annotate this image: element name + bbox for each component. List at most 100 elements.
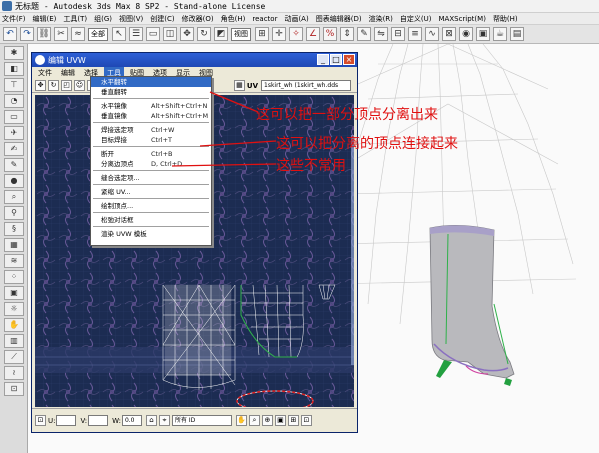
region-select-icon[interactable]: ▭ — [146, 27, 160, 41]
minimize-icon[interactable]: _ — [317, 54, 329, 65]
checker-icon[interactable]: ▦ — [233, 80, 245, 91]
search-icon[interactable]: ⌕ — [4, 190, 24, 204]
menu-help[interactable]: 帮助(H) — [493, 14, 518, 24]
pick-icon[interactable]: ⌖ — [158, 415, 170, 426]
zoom-all-icon[interactable]: ⊡ — [300, 415, 312, 426]
material-editor-icon[interactable]: ◉ — [459, 27, 473, 41]
menu-create[interactable]: 创建(C) — [150, 14, 174, 24]
motion-icon[interactable]: ◔ — [4, 94, 24, 108]
menu-item-mirror-vertical[interactable]: 垂直镜像 Alt+Shift+Ctrl+M — [91, 111, 211, 121]
menu-item-stitch-selected[interactable]: 缝合选定项... — [91, 173, 211, 183]
mirror-icon[interactable]: ⇋ — [374, 27, 388, 41]
w-value-field[interactable]: 0.0 — [121, 415, 142, 426]
menu-item-flip-vertical[interactable]: 垂直翻转 — [91, 87, 211, 97]
angle-snap-icon[interactable]: ∠ — [306, 27, 320, 41]
hand-icon[interactable]: ✋ — [4, 318, 24, 332]
pivot-icon[interactable]: ⊞ — [255, 27, 269, 41]
menu-views[interactable]: 视图(V) — [119, 14, 143, 24]
rotate-icon[interactable]: ↻ — [197, 27, 211, 41]
create-icon[interactable]: ✱ — [4, 46, 24, 60]
window-crossing-icon[interactable]: ◫ — [163, 27, 177, 41]
menu-modifiers[interactable]: 修改器(O) — [182, 14, 214, 24]
light-icon[interactable]: ☼ — [4, 302, 24, 316]
move-icon[interactable]: ✥ — [35, 80, 46, 91]
u-value-field[interactable] — [56, 415, 77, 426]
menu-item-detach-edge-verts[interactable]: 分离边顶点 D, Ctrl+D — [91, 159, 211, 169]
uvw-menu-file[interactable]: 文件 — [35, 67, 55, 79]
utilities-icon[interactable]: ✈ — [4, 126, 24, 140]
hair-icon[interactable]: ≀ — [4, 366, 24, 380]
camera-icon[interactable]: ▣ — [4, 286, 24, 300]
snap-icon[interactable]: ✧ — [289, 27, 303, 41]
menu-item-break[interactable]: 断开 Ctrl+B — [91, 149, 211, 159]
menu-group[interactable]: 组(G) — [94, 14, 112, 24]
scale-icon[interactable]: ◩ — [214, 27, 228, 41]
paint-icon[interactable]: ✎ — [4, 158, 24, 172]
link-icon[interactable]: ⛓ — [37, 27, 51, 41]
pan-icon[interactable]: ✋ — [235, 415, 247, 426]
select-object-icon[interactable]: ↖ — [112, 27, 126, 41]
bind-spacewarp-icon[interactable]: ≈ — [71, 27, 85, 41]
wave-icon[interactable]: ≋ — [4, 254, 24, 268]
sphere-icon[interactable]: ● — [4, 174, 24, 188]
menu-item-render-uvw-template[interactable]: 渲染 UVW 模板 — [91, 229, 211, 239]
lock-selection-icon[interactable]: ⌂ — [145, 415, 157, 426]
menu-item-pack-uvs[interactable]: 紧缩 UV... — [91, 187, 211, 197]
align-icon[interactable]: ⊟ — [391, 27, 405, 41]
brush-icon[interactable]: ✍ — [4, 142, 24, 156]
lock-icon[interactable]: ⊡ — [35, 415, 46, 426]
redo-icon[interactable]: ↷ — [20, 27, 34, 41]
quick-render-icon[interactable]: ☕ — [493, 27, 507, 41]
menu-graph-editors[interactable]: 图表编辑器(D) — [316, 14, 362, 24]
manipulate-icon[interactable]: ✛ — [272, 27, 286, 41]
bone-icon[interactable]: ⚲ — [4, 206, 24, 220]
menu-rendering[interactable]: 渲染(R) — [369, 14, 393, 24]
menu-maxscript[interactable]: MAXScript(M) — [439, 15, 486, 23]
uvw-window-titlebar[interactable]: 编辑 UVW _ □ × — [32, 53, 357, 67]
menu-customize[interactable]: 自定义(U) — [400, 14, 432, 24]
grid-icon[interactable]: ▦ — [4, 238, 24, 252]
named-selection-icon[interactable]: ✎ — [357, 27, 371, 41]
render-setup-icon[interactable]: ▣ — [476, 27, 490, 41]
menu-edit[interactable]: 编辑(E) — [33, 14, 57, 24]
particle-icon[interactable]: ⁘ — [4, 270, 24, 284]
menu-item-relax-dialog[interactable]: 松弛对话框 — [91, 215, 211, 225]
spinner-snap-icon[interactable]: ⇕ — [340, 27, 354, 41]
display-icon[interactable]: ▭ — [4, 110, 24, 124]
scale-icon[interactable]: ◰ — [61, 80, 72, 91]
modify-icon[interactable]: ◧ — [4, 62, 24, 76]
zoom-selected-icon[interactable]: ⊞ — [287, 415, 299, 426]
curve-editor-icon[interactable]: ∿ — [425, 27, 439, 41]
zoom-region-icon[interactable]: ⊕ — [261, 415, 273, 426]
menu-item-flip-horizontal[interactable]: 水平翻转 — [91, 77, 211, 87]
maximize-icon[interactable]: □ — [330, 54, 342, 65]
zoom-extents-icon[interactable]: ▣ — [274, 415, 286, 426]
menu-file[interactable]: 文件(F) — [2, 14, 26, 24]
uvw-menu-edit[interactable]: 编辑 — [58, 67, 78, 79]
unlink-icon[interactable]: ✂ — [54, 27, 68, 41]
close-icon[interactable]: × — [343, 54, 355, 65]
schematic-icon[interactable]: ⊠ — [442, 27, 456, 41]
material-id-dropdown[interactable]: 所有 ID — [171, 415, 232, 426]
wire-icon[interactable]: ⟋ — [4, 350, 24, 364]
cloth-icon[interactable]: ▥ — [4, 334, 24, 348]
menu-animation[interactable]: 动画(A) — [284, 14, 308, 24]
freeform-icon[interactable]: ☺ — [74, 80, 85, 91]
spring-icon[interactable]: § — [4, 222, 24, 236]
layer-manager-icon[interactable]: ≡ — [408, 27, 422, 41]
texture-map-dropdown[interactable]: 1skirt_wh (1skirt_wh.dds — [261, 80, 351, 91]
selection-filter-dropdown[interactable]: 全部 — [88, 27, 108, 41]
hierarchy-icon[interactable]: ⊤ — [4, 78, 24, 92]
menu-item-weld-selected[interactable]: 焊接选定项 Ctrl+W — [91, 125, 211, 135]
select-by-name-icon[interactable]: ☰ — [129, 27, 143, 41]
menu-character[interactable]: 角色(H) — [221, 14, 246, 24]
lock-icon[interactable]: ⊡ — [4, 382, 24, 396]
undo-icon[interactable]: ↶ — [3, 27, 17, 41]
move-icon[interactable]: ✥ — [180, 27, 194, 41]
percent-snap-icon[interactable]: % — [323, 27, 337, 41]
zoom-icon[interactable]: ⌕ — [248, 415, 260, 426]
reference-coordinate-dropdown[interactable]: 视图 — [231, 27, 251, 41]
menu-item-target-weld[interactable]: 目标焊接 Ctrl+T — [91, 135, 211, 145]
menu-item-mirror-horizontal[interactable]: 水平镜像 Alt+Shift+Ctrl+N — [91, 101, 211, 111]
render-last-icon[interactable]: ▤ — [510, 27, 524, 41]
